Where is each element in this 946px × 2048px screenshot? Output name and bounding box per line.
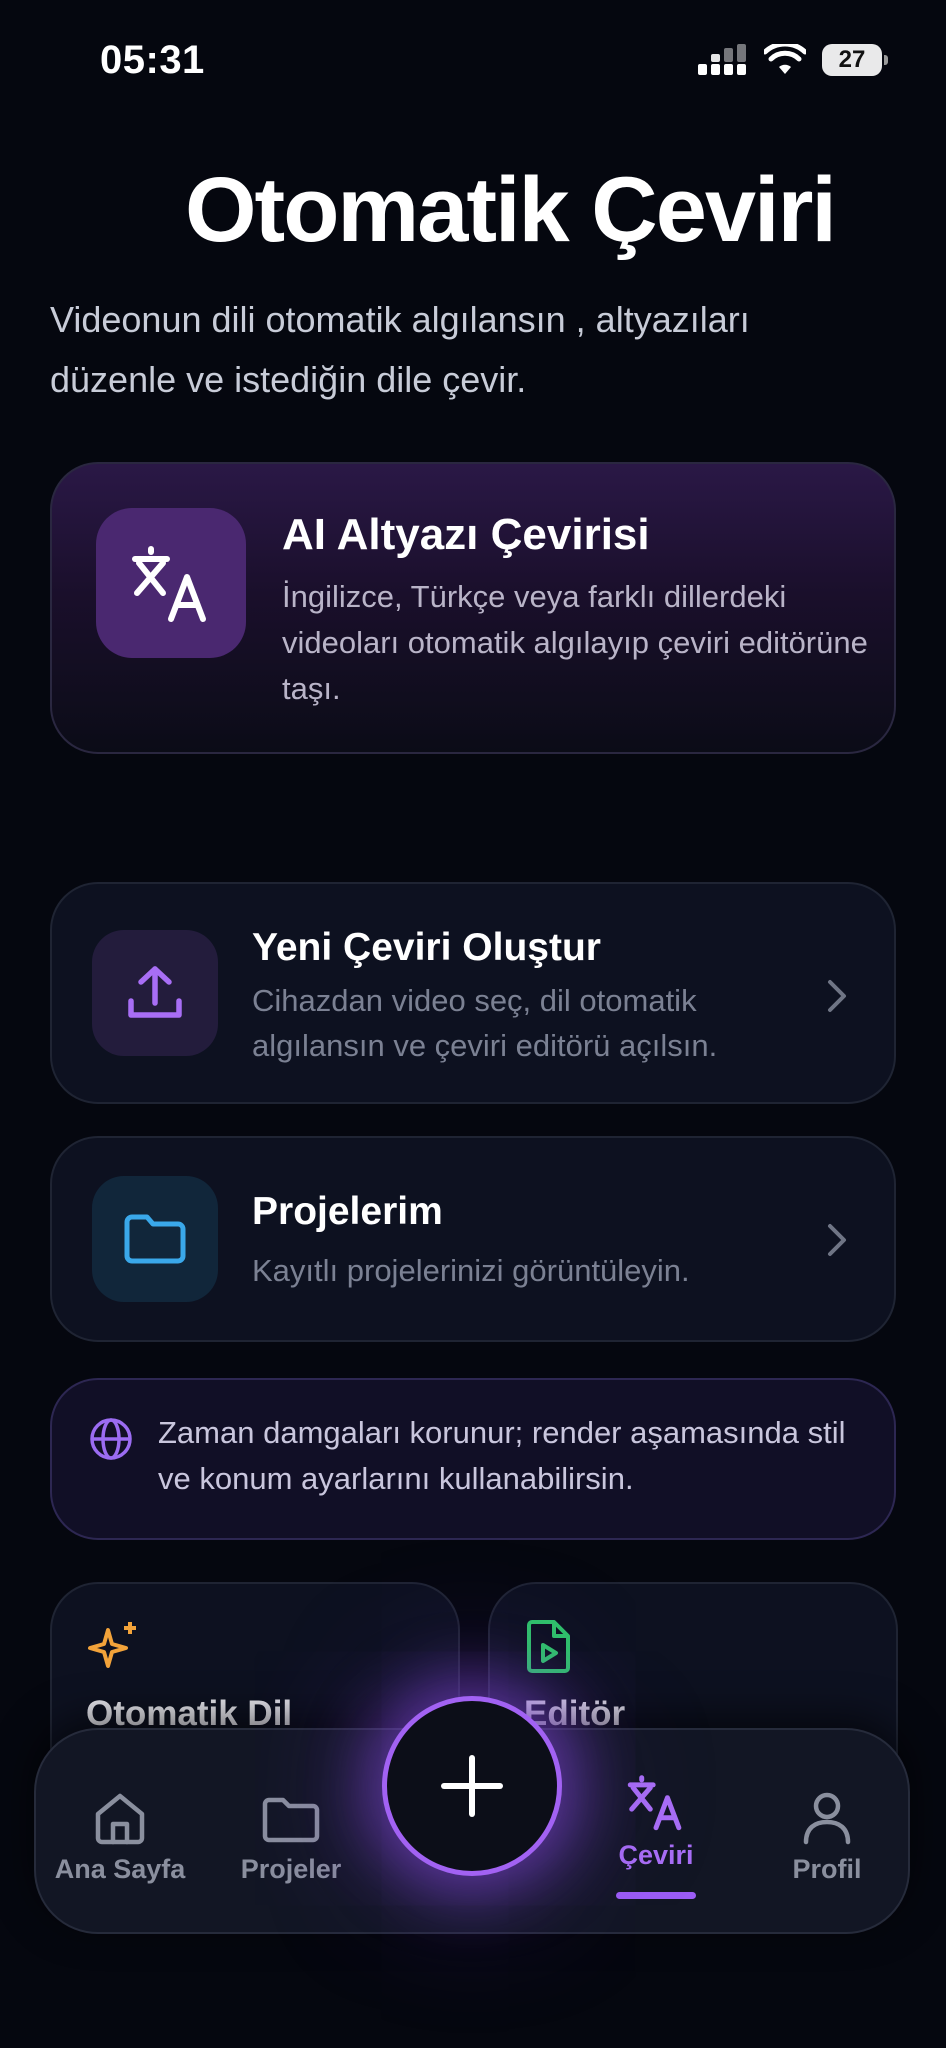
sparkles-icon: [88, 1622, 136, 1668]
chevron-right-icon: [828, 980, 846, 1012]
translate-icon: [627, 1775, 682, 1831]
upload-icon: [128, 966, 182, 1018]
nav-translate[interactable]: Çeviri: [581, 1766, 731, 1871]
hero-icon-box: [96, 508, 246, 658]
nav-label: Projeler: [240, 1854, 342, 1884]
plus-icon: [441, 1755, 503, 1817]
my-projects-button[interactable]: Projelerim Kayıtlı projelerinizi görüntü…: [50, 1136, 896, 1342]
info-banner: Zaman damgaları korunur; render aşamasın…: [50, 1378, 896, 1540]
ai-translation-card[interactable]: AI Altyazı Çevirisi İngilizce, Türkçe ve…: [50, 462, 896, 754]
video-file-icon: [527, 1620, 570, 1673]
nav-profile[interactable]: Profil: [752, 1780, 902, 1885]
person-icon: [803, 1792, 851, 1845]
chevron-right-icon: [828, 1224, 846, 1256]
translate-icon: [132, 546, 206, 622]
new-translation-description: Cihazdan video seç, dil otomatik algılan…: [252, 983, 718, 1063]
nav-home[interactable]: Ana Sayfa: [45, 1780, 195, 1885]
info-text: Zaman damgaları korunur; render aşamasın…: [158, 1415, 846, 1496]
active-tab-indicator: [616, 1892, 696, 1899]
cellular-signal-icon: [698, 44, 746, 75]
new-translation-button[interactable]: Yeni Çeviri Oluştur Cihazdan video seç, …: [50, 882, 896, 1104]
my-projects-title: Projelerim: [252, 1190, 443, 1233]
add-button[interactable]: [382, 1696, 562, 1876]
folder-icon: [262, 1797, 320, 1843]
hero-description: İngilizce, Türkçe veya farklı dillerdeki…: [282, 579, 868, 706]
nav-label: Çeviri: [618, 1840, 694, 1870]
battery-indicator: 27: [822, 44, 888, 76]
nav-label: Ana Sayfa: [54, 1854, 186, 1884]
hero-title: AI Altyazı Çevirisi: [282, 510, 650, 559]
folder-icon: [124, 1214, 186, 1264]
new-translation-title: Yeni Çeviri Oluştur: [252, 926, 601, 969]
home-icon: [95, 1793, 145, 1845]
status-time: 05:31: [100, 38, 205, 82]
page-title: Otomatik Çeviri: [185, 159, 837, 261]
wifi-icon: [764, 44, 806, 74]
nav-label: Profil: [792, 1854, 862, 1884]
upload-icon-box: [92, 930, 218, 1056]
folder-icon-box: [92, 1176, 218, 1302]
page-subtitle: Videonun dili otomatik algılansın , alty…: [50, 299, 750, 400]
globe-icon: [90, 1418, 132, 1460]
nav-projects[interactable]: Projeler: [216, 1780, 366, 1885]
my-projects-description: Kayıtlı projelerinizi görüntüleyin.: [252, 1253, 690, 1288]
status-icons: 27: [698, 44, 888, 76]
